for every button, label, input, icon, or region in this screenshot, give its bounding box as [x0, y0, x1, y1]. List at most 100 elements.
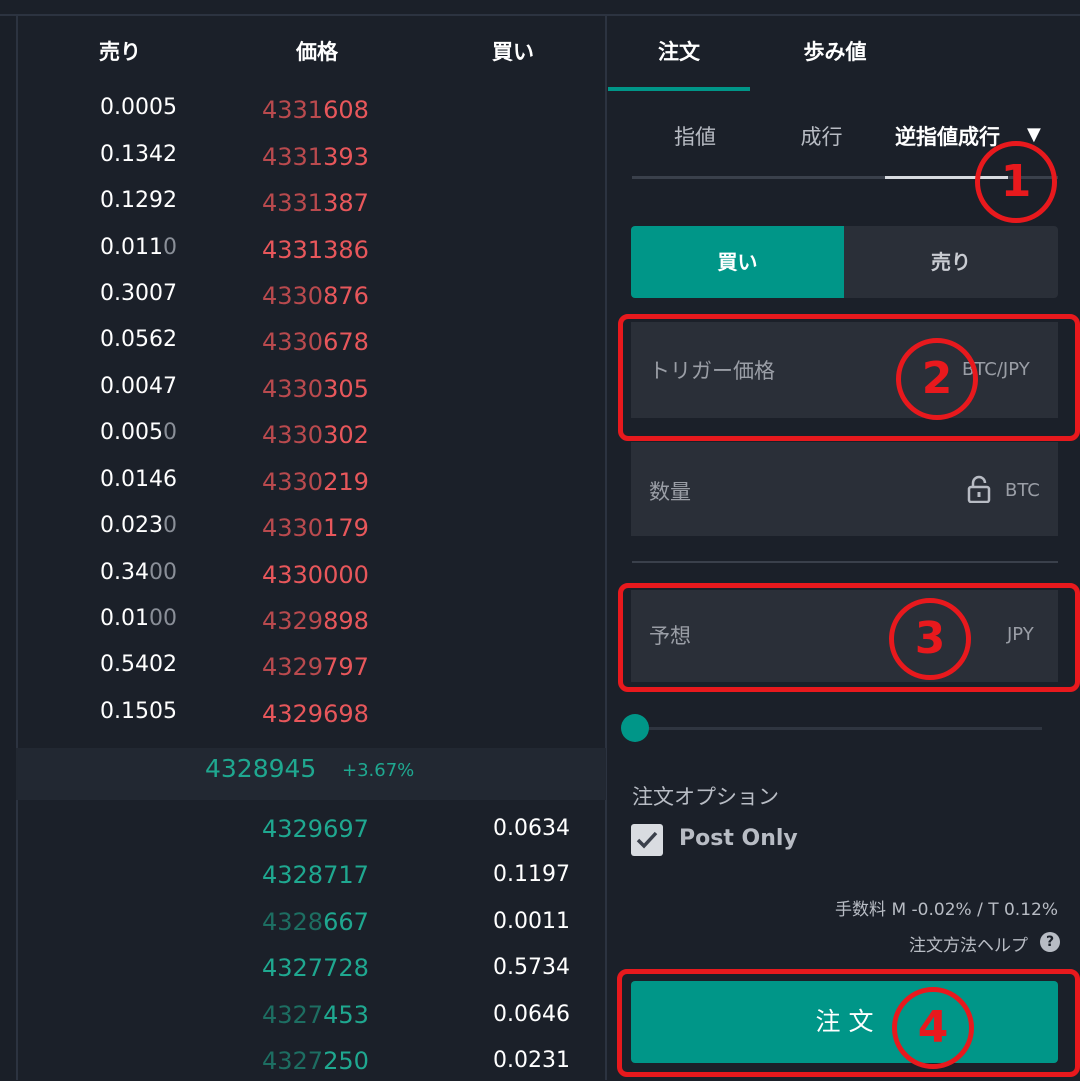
annotation-badge-1: 1 — [975, 141, 1057, 223]
ask-quantity-main: 0.011 — [100, 235, 163, 260]
fee-info: 手数料 M -0.02% / T 0.12% — [835, 900, 1058, 920]
bid-price: 4328717 — [262, 855, 369, 895]
section-divider — [632, 561, 1058, 563]
left-panel-edge — [0, 16, 18, 1080]
amount-label: 数量 — [649, 480, 691, 504]
ask-quantity-main: 0.1292 — [100, 188, 177, 213]
bid-price: 4327250 — [262, 1041, 369, 1081]
ask-quantity: 0.0100 — [100, 599, 220, 639]
bid-quantity: 0.5734 — [493, 955, 570, 980]
annotation-badge-4: 4 — [892, 987, 974, 1069]
tab-trades[interactable]: 歩み値 — [765, 36, 905, 66]
ask-price-tail: 898 — [323, 607, 369, 635]
ask-price-tail: 876 — [323, 282, 369, 310]
ask-quantity: 0.0146 — [100, 460, 220, 500]
ask-price-lead: 4329 — [262, 607, 324, 635]
ask-price-tail: 179 — [323, 514, 369, 542]
ask-quantity: 0.0110 — [100, 228, 220, 268]
ask-quantity-trailing: 0 — [162, 420, 177, 445]
order-type-market[interactable]: 成行 — [758, 121, 885, 151]
top-border — [0, 14, 1080, 16]
ask-price-lead: 4330000 — [262, 561, 369, 589]
bid-price-lead: 4327 — [262, 1001, 324, 1029]
ask-quantity: 0.1505 — [100, 692, 220, 732]
ask-quantity: 0.0047 — [100, 367, 220, 407]
dropdown-triangle-icon[interactable]: ▼ — [1027, 124, 1041, 145]
order-type-stop-market[interactable]: 逆指値成行 — [885, 121, 1010, 151]
ask-price-lead: 4329698 — [262, 700, 369, 728]
ask-price-tail: 387 — [323, 189, 369, 217]
ask-price-lead: 4331386 — [262, 236, 369, 264]
ask-price: 4331386 — [262, 230, 369, 270]
bid-price-tail: 667 — [323, 908, 369, 936]
ask-quantity-trailing: 00 — [148, 606, 177, 631]
lock-icon[interactable] — [967, 475, 991, 507]
last-price: 4328945 — [205, 754, 317, 783]
ask-quantity: 0.3007 — [100, 274, 220, 314]
bid-price: 4327453 — [262, 995, 369, 1035]
column-header-sell: 売り — [99, 40, 141, 64]
bid-price-lead: 4329697 — [262, 815, 369, 843]
ask-quantity-main: 0.0005 — [100, 95, 177, 120]
ask-price: 4330876 — [262, 276, 369, 316]
post-only-checkbox[interactable] — [631, 824, 663, 856]
tab-order[interactable]: 注文 — [608, 36, 750, 66]
amount-field[interactable] — [631, 442, 1058, 536]
ask-price-tail: 305 — [323, 375, 369, 403]
ask-quantity-main: 0.0047 — [100, 374, 177, 399]
ask-quantity: 0.3400 — [100, 553, 220, 593]
amount-slider-track[interactable] — [636, 727, 1042, 730]
ask-price: 4330678 — [262, 322, 369, 362]
ask-quantity-main: 0.0146 — [100, 467, 177, 492]
ask-quantity-main: 0.0562 — [100, 327, 177, 352]
ask-price: 4330305 — [262, 369, 369, 409]
ask-quantity-main: 0.01 — [100, 606, 149, 631]
help-icon[interactable]: ? — [1040, 932, 1060, 952]
checkmark-icon — [636, 831, 658, 849]
bid-price-lead: 4327 — [262, 1047, 324, 1075]
ask-price-lead: 4330 — [262, 514, 324, 542]
column-header-price: 価格 — [296, 40, 338, 64]
ask-quantity-main: 0.34 — [100, 560, 149, 585]
ask-price-lead: 4330 — [262, 375, 324, 403]
bid-price-lead: 4328 — [262, 908, 324, 936]
ask-price-lead: 4331 — [262, 189, 324, 217]
ask-price: 4330179 — [262, 508, 369, 548]
amount-slider-handle[interactable] — [621, 714, 649, 742]
annotation-badge-2: 2 — [896, 338, 978, 420]
bid-price-tail: 453 — [323, 1001, 369, 1029]
ask-price-lead: 4329 — [262, 653, 324, 681]
post-only-label[interactable]: Post Only — [679, 826, 798, 851]
ask-quantity-main: 0.5402 — [100, 652, 177, 677]
buy-side-button[interactable]: 買い — [631, 226, 844, 298]
ask-price-tail: 678 — [323, 328, 369, 356]
ask-price: 4330302 — [262, 415, 369, 455]
sell-side-button[interactable]: 売り — [844, 226, 1058, 298]
ask-quantity-trailing: 0 — [162, 235, 177, 260]
ask-price: 4329898 — [262, 601, 369, 641]
ask-price-lead: 4330 — [262, 328, 324, 356]
ask-quantity-main: 0.023 — [100, 513, 163, 538]
ask-price-tail: 219 — [323, 468, 369, 496]
ask-price-tail: 608 — [323, 96, 369, 124]
column-header-buy: 買い — [492, 40, 534, 64]
ask-price: 4331393 — [262, 137, 369, 177]
bid-quantity: 0.0646 — [493, 1002, 570, 1027]
ask-price-tail: 797 — [323, 653, 369, 681]
ask-price: 4330219 — [262, 462, 369, 502]
ask-price: 4331387 — [262, 183, 369, 223]
bid-price-lead: 4327728 — [262, 954, 369, 982]
annotation-box-4 — [617, 969, 1080, 1077]
ask-quantity: 0.1342 — [100, 135, 220, 175]
ask-price: 4331608 — [262, 90, 369, 130]
bid-price-tail: 250 — [323, 1047, 369, 1075]
order-type-limit[interactable]: 指値 — [632, 121, 758, 151]
ask-quantity: 0.0005 — [100, 88, 220, 128]
annotation-box-2 — [618, 314, 1080, 441]
bid-quantity: 0.0231 — [493, 1048, 570, 1073]
tab-order-underline — [608, 87, 750, 91]
ask-quantity-main: 0.1505 — [100, 699, 177, 724]
order-help-link[interactable]: 注文方法ヘルプ — [760, 931, 1028, 956]
bid-quantity: 0.1197 — [493, 862, 570, 887]
ask-price: 4329797 — [262, 647, 369, 687]
